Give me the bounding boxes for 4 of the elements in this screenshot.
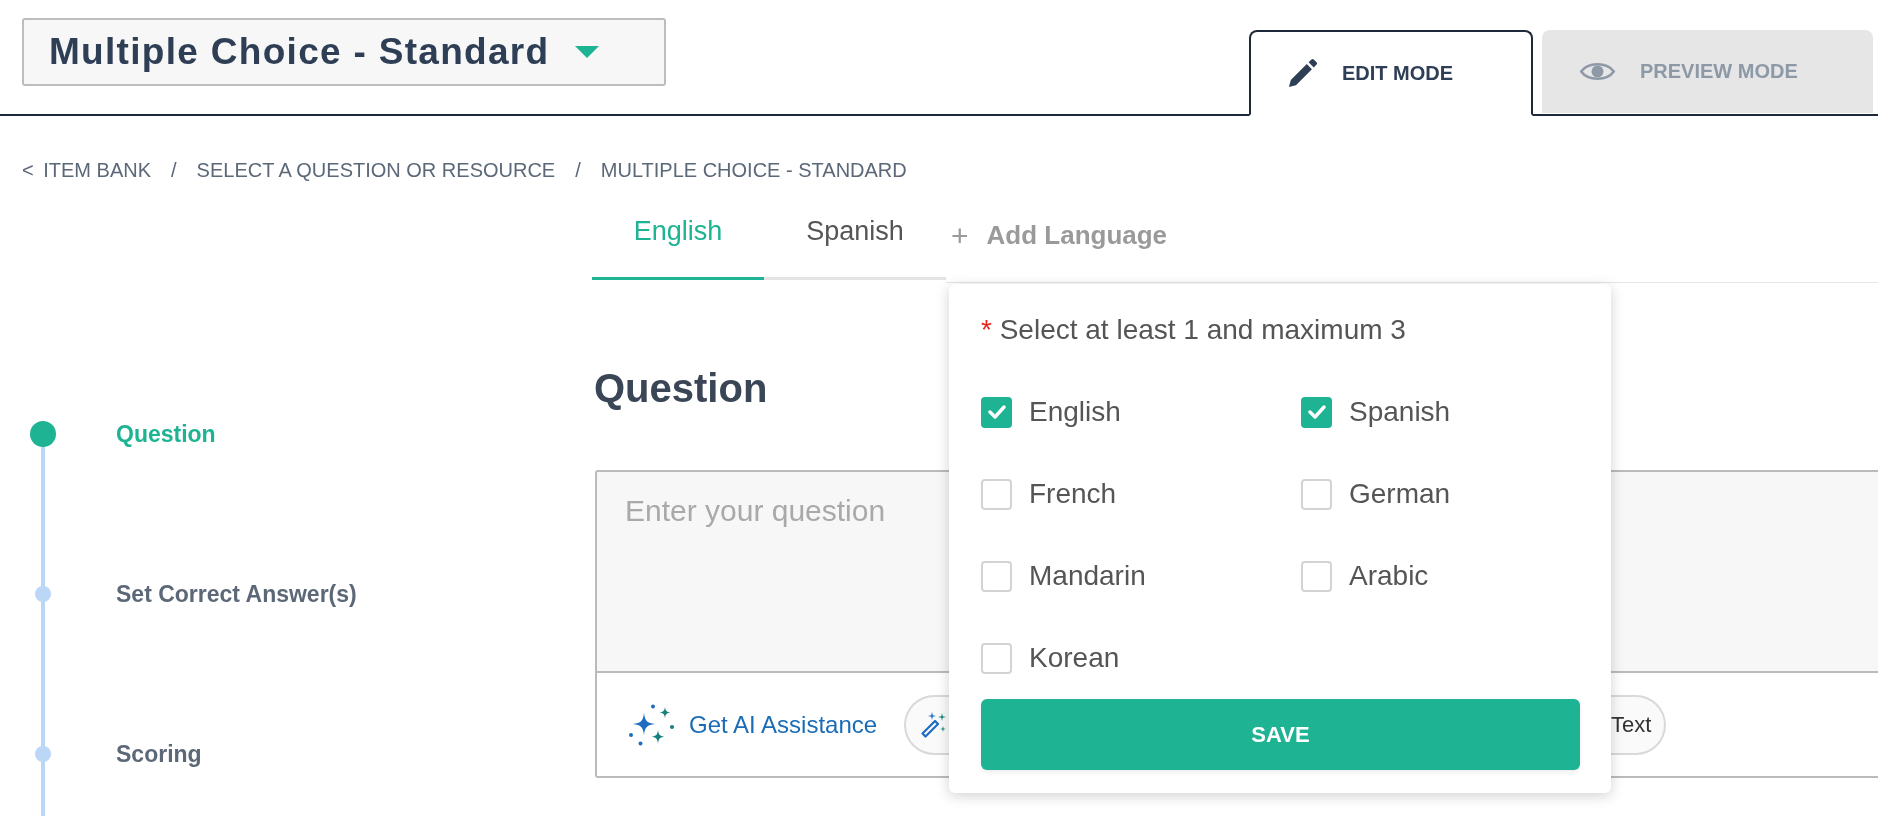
breadcrumb-separator: /	[171, 159, 177, 181]
section-heading: Question	[594, 365, 768, 411]
breadcrumb-separator: /	[575, 159, 581, 181]
instruction-text: * Select at least 1 and maximum 3	[981, 313, 1406, 347]
